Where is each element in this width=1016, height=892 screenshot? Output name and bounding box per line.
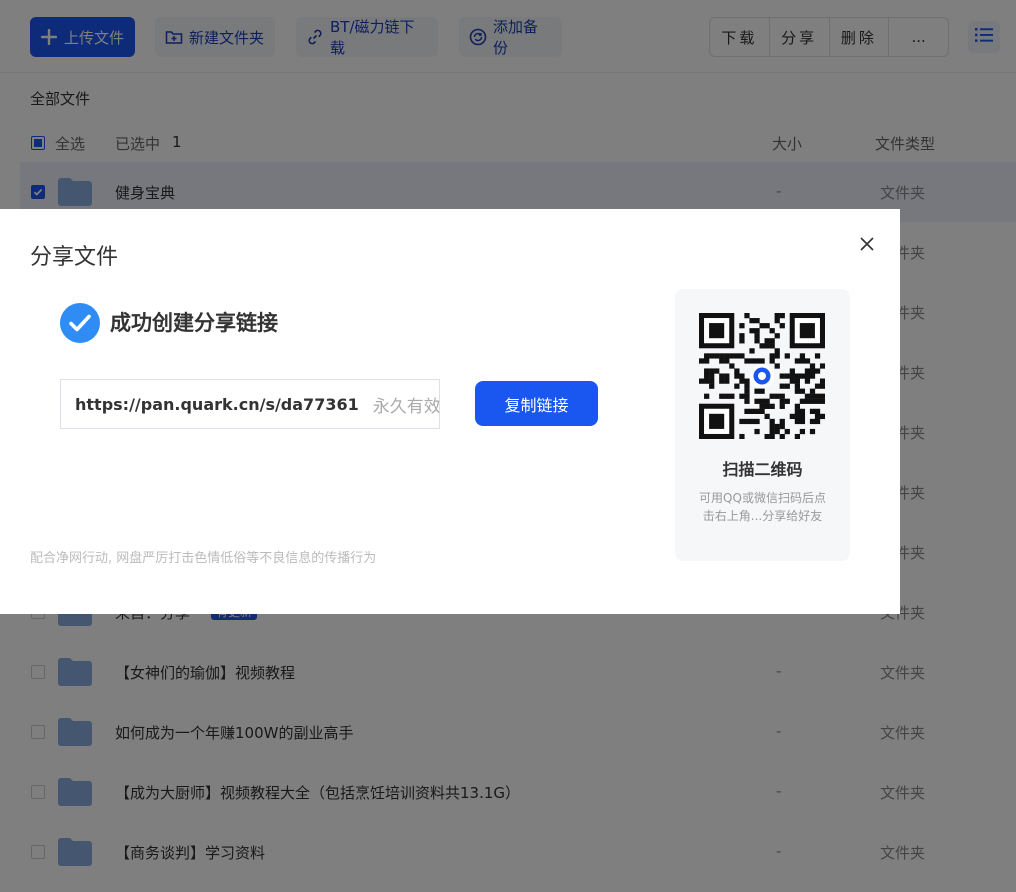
share-link-field[interactable]: https://pan.quark.cn/s/da77361 永久有效 (60, 379, 440, 429)
copy-link-button[interactable]: 复制链接 (475, 381, 598, 426)
policy-notice: 配合净网行动, 网盘严厉打击色情低俗等不良信息的传播行为 (30, 551, 377, 566)
qr-title: 扫描二维码 (722, 460, 803, 479)
success-check-icon (60, 303, 100, 343)
qr-description: 可用QQ或微信扫码后点击右上角...分享给好友 (699, 491, 826, 523)
qr-panel: 扫描二维码 可用QQ或微信扫码后点击右上角...分享给好友 (675, 289, 850, 561)
share-link-url: https://pan.quark.cn/s/da77361 (75, 394, 359, 414)
dialog-title: 分享文件 (30, 245, 119, 270)
qr-code (699, 313, 826, 440)
close-button[interactable] (856, 233, 878, 255)
share-dialog: 分享文件 成功创建分享链接 https://pan.quark.cn/s/da7… (0, 209, 900, 614)
close-icon (860, 237, 874, 251)
link-expiry: 永久有效 (372, 396, 440, 417)
success-message: 成功创建分享链接 (110, 311, 278, 335)
